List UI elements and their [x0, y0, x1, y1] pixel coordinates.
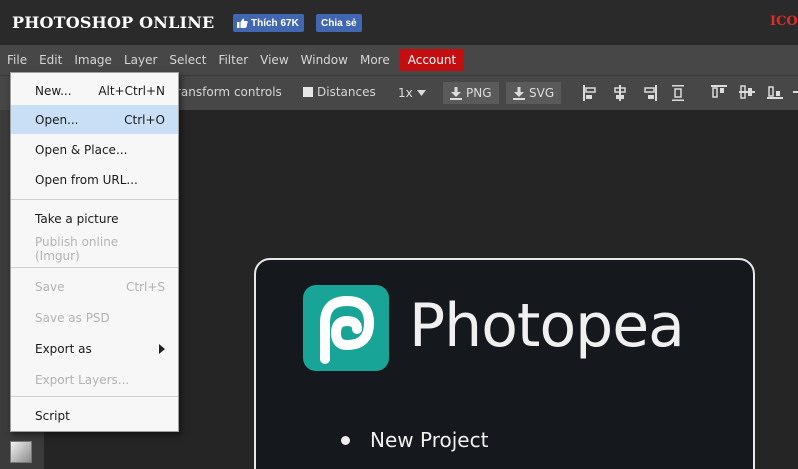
site-header: PHOTOSHOP ONLINE Thích 67K Chia sẻ ICO — [0, 0, 798, 45]
facebook-share-button[interactable]: Chia sẻ — [316, 14, 362, 32]
menu-item-label: Save — [35, 279, 65, 294]
distribute-icon[interactable] — [793, 85, 798, 99]
menu-item-export-as[interactable]: Export as — [11, 334, 178, 363]
menu-window[interactable]: Window — [295, 49, 354, 71]
menu-layer[interactable]: Layer — [118, 49, 163, 71]
menu-separator — [11, 396, 178, 397]
menu-item-label: Export as — [35, 341, 92, 356]
menu-item-shortcut: Alt+Ctrl+N — [98, 83, 165, 98]
export-svg-label: SVG — [529, 86, 555, 100]
distances-label: Distances — [317, 85, 376, 99]
new-project-label: New Project — [370, 428, 489, 452]
download-icon — [450, 86, 462, 100]
menu-image[interactable]: Image — [68, 49, 118, 71]
menu-bar: File Edit Image Layer Select Filter View… — [0, 45, 798, 75]
align-left-icon[interactable] — [583, 85, 597, 101]
welcome-card: Photopea New Project — [254, 258, 755, 469]
menu-item-label: Open from URL... — [35, 172, 138, 187]
export-png-label: PNG — [466, 86, 492, 100]
export-svg-button[interactable]: SVG — [506, 82, 562, 104]
photopea-logo-icon — [303, 285, 389, 371]
menu-filter[interactable]: Filter — [212, 49, 254, 71]
menu-item-save: Save Ctrl+S — [11, 272, 178, 301]
color-swatch[interactable] — [10, 441, 32, 463]
menu-select[interactable]: Select — [163, 49, 212, 71]
align-center-horizontal-icon[interactable] — [613, 85, 627, 101]
distances-toggle[interactable]: Distances — [303, 85, 376, 99]
new-project-link[interactable]: New Project — [341, 425, 488, 455]
distances-checkbox[interactable] — [303, 87, 313, 97]
menu-item-label: Open... — [35, 112, 79, 127]
menu-item-new[interactable]: New... Alt+Ctrl+N — [11, 76, 178, 105]
menu-item-label: New... — [35, 83, 72, 98]
transform-controls-label: ransform controls — [176, 85, 282, 99]
menu-more[interactable]: More — [354, 49, 396, 71]
menu-item-label: Take a picture — [35, 211, 119, 226]
chevron-down-icon — [416, 90, 426, 96]
menu-item-export-layers: Export Layers... — [11, 365, 178, 394]
menu-edit[interactable]: Edit — [33, 49, 68, 71]
menu-item-open-url[interactable]: Open from URL... — [11, 165, 178, 194]
file-menu-dropdown: New... Alt+Ctrl+N Open... Ctrl+O Open & … — [10, 72, 179, 432]
menu-item-label: Publish online (Imgur) — [35, 234, 119, 263]
align-right-icon[interactable] — [643, 85, 657, 101]
menu-item-shortcut: Ctrl+O — [124, 112, 165, 127]
transform-controls-toggle[interactable]: ransform controls — [176, 85, 282, 99]
menu-item-publish-imgur: Publish online (Imgur) — [11, 234, 178, 263]
align-bottom-icon[interactable] — [767, 85, 783, 99]
menu-separator — [11, 267, 178, 268]
menu-item-save-psd: Save as PSD — [11, 303, 178, 332]
menu-separator — [11, 199, 178, 200]
menu-view[interactable]: View — [254, 49, 294, 71]
zoom-value: 1x — [398, 86, 413, 100]
facebook-like-label: Thích 67K — [251, 17, 299, 29]
site-title[interactable]: PHOTOSHOP ONLINE — [12, 13, 214, 32]
facebook-like-button[interactable]: Thích 67K — [233, 14, 304, 32]
distribute-vertical-icon[interactable] — [672, 85, 684, 101]
align-middle-icon[interactable] — [739, 85, 755, 99]
download-icon — [513, 86, 525, 100]
menu-file[interactable]: File — [0, 49, 33, 71]
bullet-icon — [341, 435, 350, 445]
thumbs-up-icon — [237, 18, 248, 28]
menu-item-shortcut: Ctrl+S — [125, 279, 165, 294]
account-button[interactable]: Account — [399, 49, 465, 71]
menu-item-take-picture[interactable]: Take a picture — [11, 204, 178, 233]
menu-item-label: Save as PSD — [35, 310, 110, 325]
welcome-options-list: New Project — [341, 425, 488, 455]
menu-item-script[interactable]: Script — [11, 401, 178, 430]
facebook-share-label: Chia sẻ — [321, 17, 357, 29]
zoom-select[interactable]: 1x — [394, 82, 430, 104]
menu-item-label: Open & Place... — [35, 142, 128, 157]
header-right-link[interactable]: ICO — [770, 14, 798, 29]
menu-item-label: Export Layers... — [35, 372, 130, 387]
menu-item-label: Script — [35, 408, 70, 423]
menu-item-open-place[interactable]: Open & Place... — [11, 135, 178, 164]
align-top-icon[interactable] — [711, 85, 727, 99]
photopea-brand-name: Photopea — [409, 291, 685, 361]
menu-item-open[interactable]: Open... Ctrl+O — [11, 105, 178, 134]
submenu-arrow-icon — [159, 343, 165, 354]
export-png-button[interactable]: PNG — [443, 82, 499, 104]
